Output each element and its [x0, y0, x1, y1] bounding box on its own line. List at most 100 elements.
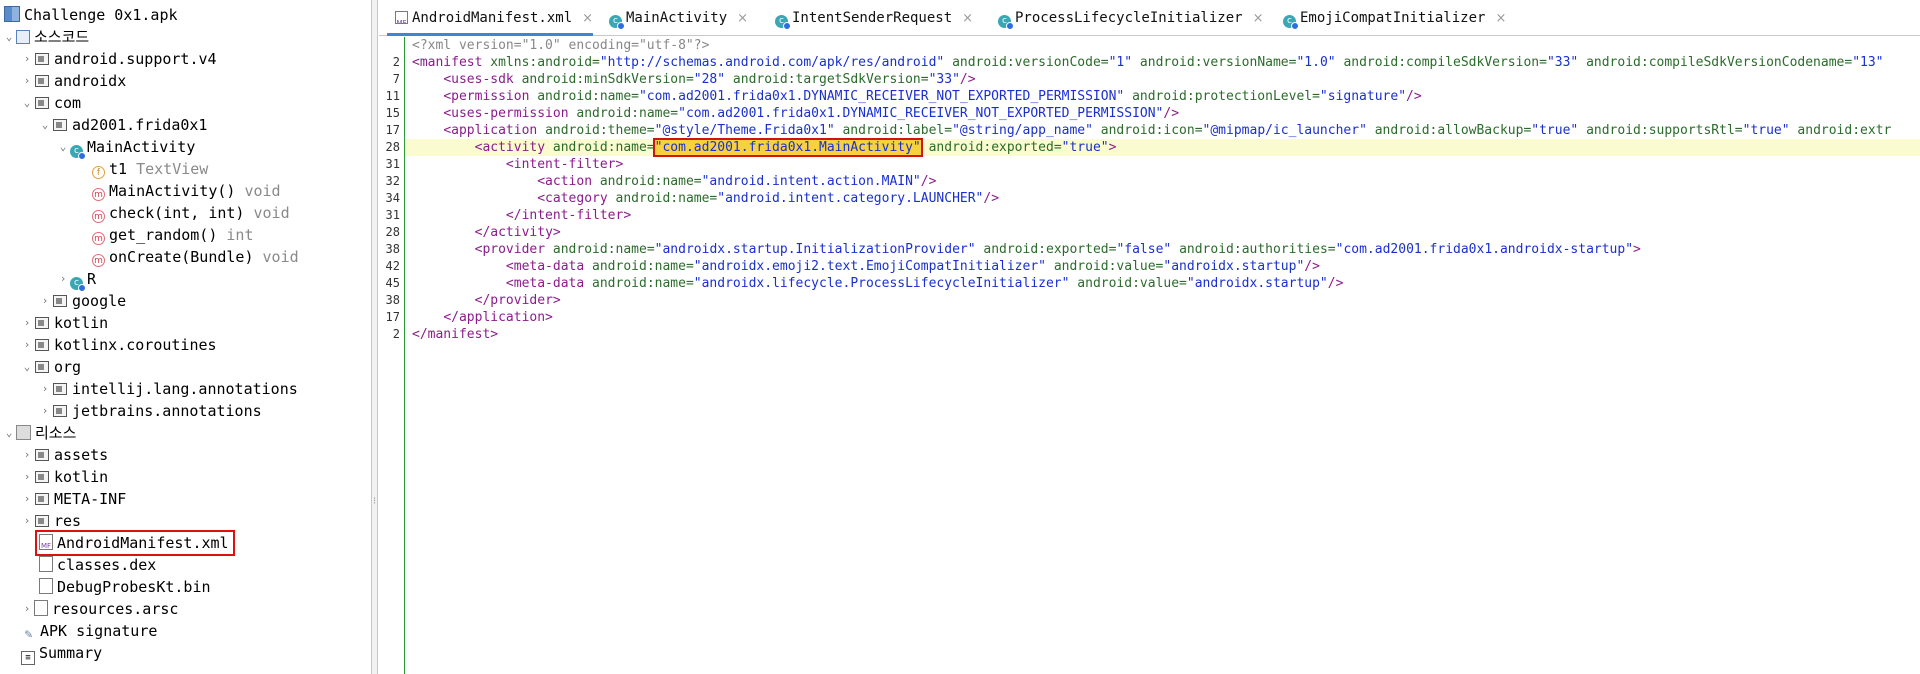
tree-node-apk[interactable]: Challenge 0x1.apk	[4, 4, 178, 26]
line-number: 2	[392, 55, 400, 69]
tab-process-lifecycle-initializer[interactable]: c ProcessLifecycleInitializer ×	[990, 6, 1263, 36]
code-line-activity: <activity android:name="com.ad2001.frida…	[474, 138, 1117, 157]
package-icon	[35, 361, 49, 373]
chevron-right-icon[interactable]: ›	[20, 510, 34, 532]
panel-splitter[interactable]: ⁝	[372, 0, 378, 674]
chevron-down-icon[interactable]: ⌄	[56, 136, 70, 158]
class-icon: c	[70, 277, 86, 292]
chevron-right-icon[interactable]: ›	[20, 312, 34, 334]
package-icon	[53, 383, 67, 395]
tree-node-android-support-v4[interactable]: › android.support.v4	[20, 48, 217, 70]
close-icon[interactable]: ×	[1253, 11, 1264, 26]
splitter-grip-icon[interactable]: ⁝	[373, 497, 376, 507]
close-icon[interactable]: ×	[737, 11, 748, 26]
code-editor[interactable]: 2 7 11 15 17 28 31 32 34 31 28 38 42 45 …	[379, 37, 1920, 674]
close-icon[interactable]: ×	[962, 11, 973, 26]
folder-icon	[35, 449, 49, 461]
tree-node-class-r[interactable]: › c R	[56, 268, 96, 292]
chevron-right-icon[interactable]: ›	[20, 598, 34, 620]
code-line: </activity>	[474, 225, 561, 240]
class-icon: c	[1283, 15, 1299, 30]
chevron-right-icon[interactable]: ›	[20, 70, 34, 92]
tree-node-kotlinx-coroutines[interactable]: › kotlinx.coroutines	[20, 334, 217, 356]
chevron-right-icon[interactable]: ›	[20, 444, 34, 466]
tree-node-org[interactable]: ⌄ org	[20, 356, 81, 378]
tree-node-apk-signature[interactable]: ✎ APK signature	[21, 620, 158, 642]
line-number	[379, 37, 400, 54]
tree-node-main-activity[interactable]: ⌄ c MainActivity	[56, 136, 195, 160]
tree-node-summary[interactable]: ≡ Summary	[21, 642, 102, 665]
tree-node-google[interactable]: › google	[38, 290, 127, 312]
class-icon: c	[998, 15, 1014, 30]
line-number: 15	[385, 106, 400, 120]
package-icon	[53, 295, 67, 307]
chevron-right-icon[interactable]: ›	[20, 488, 34, 510]
tree-node-resources[interactable]: ⌄ 리소스	[2, 422, 77, 444]
tree-node-method-check[interactable]: m check(int, int) void	[92, 202, 290, 224]
tree-node-res-kotlin[interactable]: › kotlin	[20, 466, 109, 488]
chevron-right-icon[interactable]: ›	[56, 268, 70, 290]
code-line: <?xml version="1.0" encoding="utf-8"?>	[412, 38, 710, 53]
chevron-right-icon[interactable]: ›	[38, 378, 52, 400]
summary-icon: ≡	[21, 651, 35, 665]
tree-node-android-manifest[interactable]: MF AndroidManifest.xml	[35, 530, 235, 556]
close-icon[interactable]: ×	[582, 11, 593, 26]
tree-node-method-get-random[interactable]: m get_random() int	[92, 224, 254, 246]
tree-node-debugprobes-bin[interactable]: DebugProbesKt.bin	[39, 576, 211, 598]
close-icon[interactable]: ×	[1495, 11, 1506, 26]
chevron-down-icon[interactable]: ⌄	[38, 114, 52, 136]
tab-main-activity[interactable]: c MainActivity ×	[601, 6, 748, 36]
tab-android-manifest[interactable]: MF AndroidManifest.xml ×	[387, 6, 594, 36]
resources-icon	[16, 425, 31, 440]
package-icon	[35, 317, 49, 329]
arsc-file-icon	[34, 600, 48, 616]
chevron-down-icon[interactable]: ⌄	[2, 26, 16, 48]
tree-node-kotlin[interactable]: › kotlin	[20, 312, 109, 334]
manifest-file-icon: MF	[395, 11, 408, 24]
class-icon: c	[70, 145, 86, 160]
tree-node-method-oncreate[interactable]: m onCreate(Bundle) void	[92, 246, 299, 268]
tab-intent-sender-request[interactable]: c IntentSenderRequest ×	[767, 6, 973, 36]
tree-node-source-code[interactable]: ⌄ 소스코드	[2, 26, 90, 48]
chevron-down-icon[interactable]: ⌄	[20, 92, 34, 114]
tree-node-assets[interactable]: › assets	[20, 444, 109, 466]
tree-node-androidx[interactable]: › androidx	[20, 70, 127, 92]
package-icon	[35, 53, 49, 65]
chevron-down-icon[interactable]: ⌄	[2, 422, 16, 444]
tree-node-com[interactable]: ⌄ com	[20, 92, 81, 114]
tree-node-ad2001-frida0x1[interactable]: ⌄ ad2001.frida0x1	[38, 114, 208, 136]
line-number: 32	[385, 174, 400, 188]
chevron-right-icon[interactable]: ›	[20, 334, 34, 356]
tree-node-resources-arsc[interactable]: › resources.arsc	[20, 598, 178, 620]
selected-activity-name[interactable]: "com.ad2001.frida0x1.MainActivity"	[652, 138, 923, 157]
code-line: <provider android:name="androidx.startup…	[474, 242, 1641, 257]
package-icon	[35, 75, 49, 87]
tree-node-classes-dex[interactable]: classes.dex	[39, 554, 156, 576]
signature-icon: ✎	[24, 627, 33, 642]
package-icon	[35, 97, 49, 109]
method-icon: m	[92, 232, 105, 245]
tree-node-jetbrains-annotations[interactable]: › jetbrains.annotations	[38, 400, 262, 422]
line-number: 42	[385, 259, 400, 273]
code-line: </provider>	[474, 293, 561, 308]
tree-node-res[interactable]: › res	[20, 510, 81, 532]
package-icon	[53, 119, 67, 131]
manifest-file-icon: MF	[39, 534, 53, 550]
chevron-down-icon[interactable]: ⌄	[20, 356, 34, 378]
chevron-right-icon[interactable]: ›	[20, 466, 34, 488]
tab-emoji-compat-initializer[interactable]: c EmojiCompatInitializer ×	[1275, 6, 1506, 36]
tree-node-method-constructor[interactable]: m MainActivity() void	[92, 180, 281, 202]
line-number: 2	[392, 327, 400, 341]
chevron-right-icon[interactable]: ›	[38, 400, 52, 422]
chevron-right-icon[interactable]: ›	[38, 290, 52, 312]
tree-node-intellij-annotations[interactable]: › intellij.lang.annotations	[38, 378, 298, 400]
line-number: 38	[385, 242, 400, 256]
code-line: <intent-filter>	[505, 157, 624, 172]
tree-node-meta-inf[interactable]: › META-INF	[20, 488, 127, 510]
code-line: <meta-data android:name="androidx.lifecy…	[505, 276, 1344, 291]
line-number: 17	[385, 310, 400, 324]
chevron-right-icon[interactable]: ›	[20, 48, 34, 70]
tree-node-field-t1[interactable]: f t1 TextView	[92, 158, 208, 180]
code-line: </application>	[443, 310, 553, 325]
package-icon	[53, 405, 67, 417]
